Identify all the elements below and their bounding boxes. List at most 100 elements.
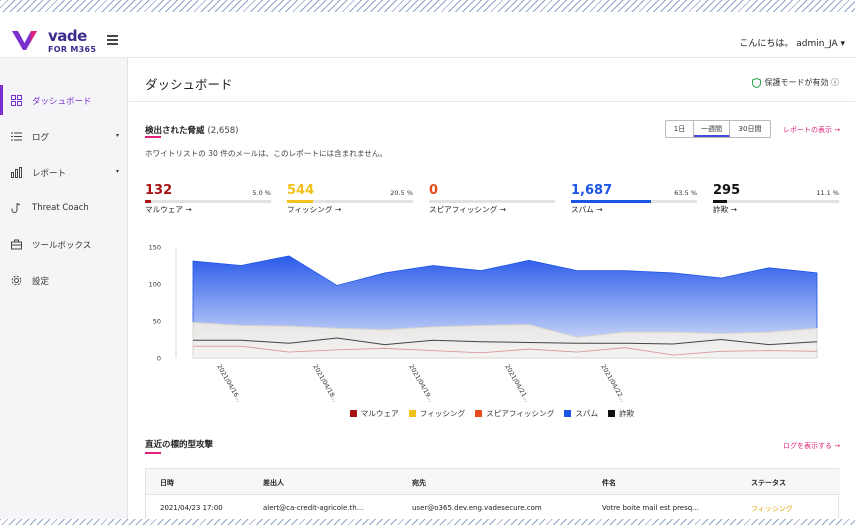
hook-icon [11, 203, 21, 213]
range-1-week[interactable]: 一週間 [694, 121, 730, 137]
sidebar-item-dashboard[interactable]: ダッシュボード [0, 85, 128, 115]
sidebar-item-settings[interactable]: 設定 [0, 265, 128, 295]
legend-item[interactable]: 詐欺 [608, 409, 634, 418]
stat-percent: 5.0 % [252, 189, 271, 197]
stat-card[interactable]: 132 5.0 % マルウェア → [145, 183, 271, 217]
x-tick-label: 2021/04/18... [311, 364, 338, 404]
stat-link[interactable]: スピアフィッシング → [429, 204, 506, 215]
time-range-selector: 1日 一週間 30日間 [665, 120, 771, 138]
protection-status-text: 保護モードが有効 ⓘ [764, 78, 839, 87]
grid-icon [11, 95, 22, 106]
legend-item[interactable]: スパム [564, 409, 598, 418]
legend-item[interactable]: スピアフィッシング [475, 409, 554, 418]
stat-card[interactable]: 1,687 63.5 % スパム → [571, 183, 697, 217]
sidebar: ダッシュボード ログ ▾ レポート ▾ Threat Coach ツールボックス… [0, 58, 128, 525]
column-header-subject[interactable]: 件名 [602, 478, 616, 488]
page-header: ダッシュボード 保護モードが有効 ⓘ [129, 58, 855, 102]
threats-title-text: 検出された脅威 [145, 126, 205, 136]
logo-text: vade [48, 27, 87, 45]
cell-sender: alert@ca-credit-agricole.th... [263, 504, 364, 512]
sidebar-item-label: ツールボックス [32, 241, 92, 251]
legend-label: スパム [575, 409, 599, 418]
x-tick-label: 2021/04/22... [599, 364, 626, 404]
main-content: ダッシュボード 保護モードが有効 ⓘ 検出された脅威 (2,658) ホワイトリ… [129, 58, 855, 525]
stat-link[interactable]: スパム → [571, 204, 603, 215]
page-title: ダッシュボード [145, 77, 233, 92]
x-tick-label: 2021/04/21... [503, 364, 530, 404]
threats-title: 検出された脅威 (2,658) [145, 124, 238, 136]
stat-progress-bar [571, 200, 697, 203]
y-tick-label: 100 [149, 281, 161, 289]
stat-progress-bar [145, 200, 271, 203]
stat-progress-fill [287, 200, 313, 203]
stat-link[interactable]: 詐欺 → [713, 204, 737, 215]
chart-legend: マルウェア フィッシング スピアフィッシング スパム 詐欺 [129, 408, 855, 420]
stat-card[interactable]: 295 11.1 % 詐欺 → [713, 183, 839, 217]
sidebar-item-label: レポート [32, 169, 67, 179]
stat-link[interactable]: フィッシング → [287, 204, 341, 215]
bar-chart-icon [11, 167, 22, 178]
legend-swatch [608, 410, 616, 417]
cell-recipient: user@o365.dev.eng.vadesecure.com [412, 504, 542, 512]
threat-area-chart: 0 50 100 150 2021/04/16... 2021/04/18... 2021/… [149, 244, 818, 404]
legend-item[interactable]: フィッシング [408, 409, 466, 418]
sidebar-item-toolbox[interactable]: ツールボックス [0, 229, 128, 259]
legend-label: フィッシング [419, 409, 466, 418]
legend-swatch [564, 410, 572, 417]
vade-logo[interactable]: vade FOR M365 [10, 27, 100, 55]
table-row[interactable]: 2021/04/23 17:00 alert@ca-credit-agricol… [146, 495, 840, 521]
targeted-attacks-table: 日時 差出人 宛先 件名 ステータス 2021/04/23 17:00 aler… [145, 468, 840, 525]
stat-link[interactable]: マルウェア → [145, 204, 192, 215]
sidebar-item-label: Threat Coach [32, 203, 89, 213]
y-tick-label: 0 [157, 355, 161, 363]
stat-card[interactable]: 0 スピアフィッシング → [429, 183, 555, 217]
sidebar-item-logs[interactable]: ログ ▾ [0, 121, 128, 151]
section-accent-line [145, 452, 161, 454]
user-greeting-menu[interactable]: こんにちは。 admin_JA ▾ [739, 36, 845, 49]
sidebar-item-reports[interactable]: レポート ▾ [0, 157, 128, 187]
stat-progress-fill [145, 200, 152, 203]
view-report-link[interactable]: レポートの表示 → [783, 125, 840, 135]
section-accent-line [145, 136, 161, 138]
x-tick-label: 2021/04/19... [407, 364, 434, 404]
column-header-status[interactable]: ステータス [751, 478, 786, 488]
column-header-sender[interactable]: 差出人 [263, 478, 284, 488]
sidebar-item-label: ダッシュボード [32, 97, 92, 107]
menu-toggle-icon[interactable] [107, 35, 118, 45]
chevron-down-icon: ▾ [115, 168, 119, 175]
column-header-recipient[interactable]: 宛先 [412, 478, 426, 488]
stat-value: 295 [713, 183, 741, 198]
bottom-border-decoration [0, 519, 855, 525]
sidebar-item-label: 設定 [32, 277, 50, 287]
list-icon [11, 132, 22, 141]
protection-status[interactable]: 保護モードが有効 ⓘ [752, 77, 839, 88]
view-logs-link[interactable]: ログを表示する → [783, 441, 840, 451]
legend-label: 詐欺 [619, 409, 635, 418]
vade-logo-mark-icon [12, 31, 37, 50]
threats-count: (2,658) [207, 126, 239, 136]
range-30-days[interactable]: 30日間 [730, 121, 770, 137]
legend-swatch [475, 410, 483, 417]
stat-progress-bar [287, 200, 413, 203]
cell-date: 2021/04/23 17:00 [160, 504, 223, 512]
gear-icon [11, 275, 22, 286]
stat-card[interactable]: 544 20.5 % フィッシング → [287, 183, 413, 217]
top-bar: vade FOR M365 こんにちは。 admin_JA ▾ [0, 22, 855, 58]
whitelist-note: ホワイトリストの 30 件のメールは、このレポートには含まれません。 [145, 149, 388, 158]
range-1-day[interactable]: 1日 [666, 121, 694, 137]
toolbox-icon [11, 239, 22, 250]
stat-percent: 63.5 % [674, 189, 697, 197]
column-header-date[interactable]: 日時 [160, 478, 174, 488]
cell-status: フィッシング [751, 505, 793, 513]
stat-value: 1,687 [571, 183, 613, 198]
legend-item[interactable]: マルウェア [349, 409, 399, 418]
cell-subject: Votre boite mail est presq... [602, 504, 699, 512]
sidebar-item-threat-coach[interactable]: Threat Coach [0, 193, 128, 223]
legend-swatch [408, 410, 416, 417]
chevron-down-icon: ▾ [115, 132, 119, 139]
attacks-title: 直近の標的型攻撃 [145, 440, 214, 450]
stat-progress-bar [713, 200, 839, 203]
legend-label: スピアフィッシング [486, 409, 555, 418]
shield-icon [752, 77, 762, 88]
stat-progress-fill [713, 200, 727, 203]
